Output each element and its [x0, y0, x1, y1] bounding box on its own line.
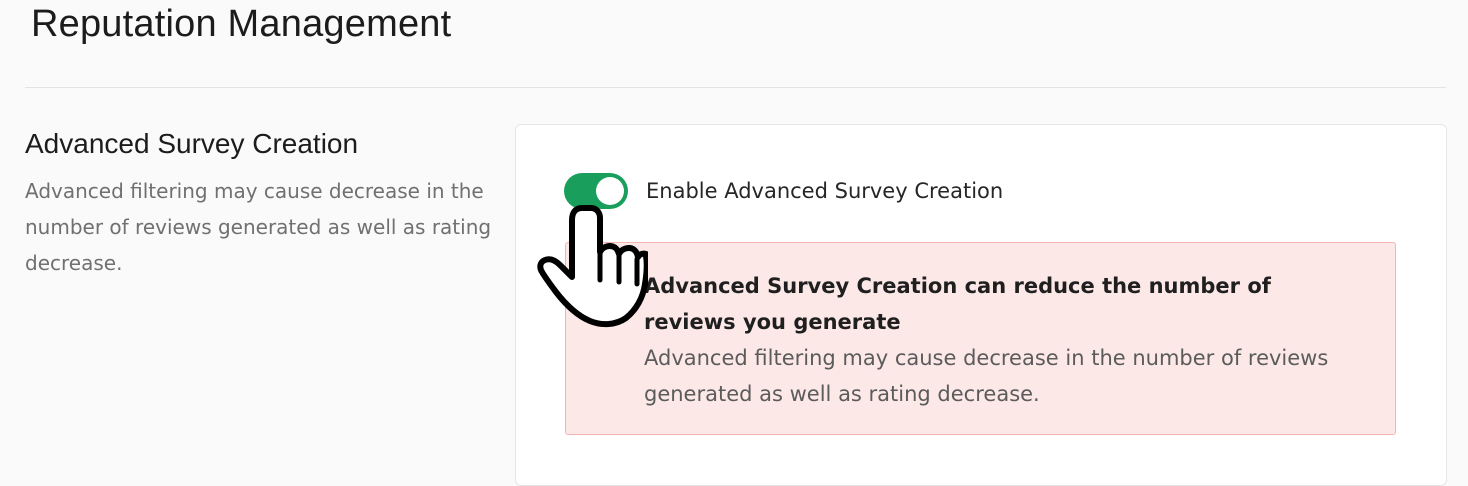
alert-title: Advanced Survey Creation can reduce the … — [644, 274, 1271, 334]
toggle-knob — [596, 177, 624, 205]
advanced-survey-toggle[interactable] — [564, 173, 628, 209]
section-heading: Advanced Survey Creation — [25, 128, 359, 159]
toggle-label[interactable]: Enable Advanced Survey Creation — [646, 174, 1003, 208]
section-description: Advanced filtering may cause decrease in… — [25, 179, 492, 275]
page-title: Reputation Management — [31, 3, 452, 45]
alert-body: Advanced filtering may cause decrease in… — [644, 346, 1329, 406]
header-divider — [25, 87, 1446, 88]
